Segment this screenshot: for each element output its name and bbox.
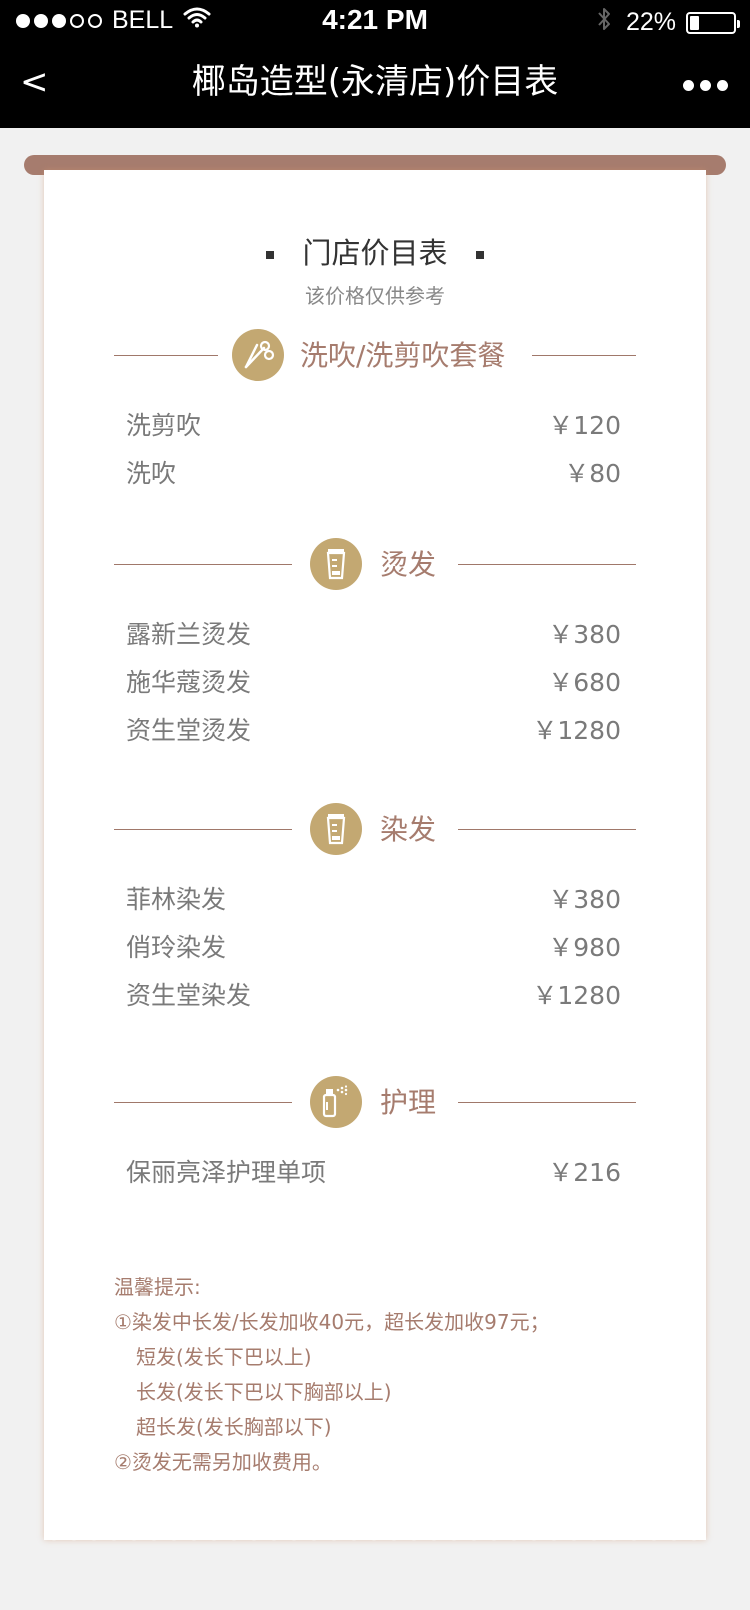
divider-line (114, 829, 292, 830)
service-name: 洗吹 (126, 459, 177, 488)
price-list: 菲林染发 ￥380 俏玲染发 ￥980 资生堂染发 ￥1280 (114, 876, 636, 1020)
battery-percent: 22% (625, 8, 676, 36)
section-label: 染发 (380, 813, 437, 846)
price-row: 露新兰烫发 ￥380 (114, 611, 636, 659)
service-name: 施华蔻烫发 (126, 668, 252, 697)
service-name: 资生堂染发 (126, 981, 252, 1010)
section-header: 洗吹/洗剪吹套餐 (114, 328, 636, 384)
price-row: 俏玲染发 ￥980 (114, 924, 636, 972)
hair-product-tube-icon (310, 538, 362, 590)
notice-line: ②烫发无需另加收费用。 (114, 1450, 332, 1474)
divider-line (114, 564, 292, 565)
battery-icon (686, 11, 740, 34)
service-price: ￥120 (548, 411, 621, 440)
price-list: 洗剪吹 ￥120 洗吹 ￥80 (114, 402, 636, 498)
section-label: 洗吹/洗剪吹套餐 (300, 339, 506, 372)
divider-line (532, 355, 636, 356)
notice-line: 短发(发长下巴以上) (136, 1345, 312, 1369)
battery-cap (737, 19, 740, 28)
divider-line (458, 1102, 636, 1103)
page-title: 椰岛造型(永清店)价目表 (191, 62, 559, 102)
section-perm: 烫发 露新兰烫发 ￥380 施华蔻烫发 ￥680 资生堂烫发 ￥1280 (114, 537, 636, 755)
price-row: 菲林染发 ￥380 (114, 876, 636, 924)
price-list: 露新兰烫发 ￥380 施华蔻烫发 ￥680 资生堂烫发 ￥1280 (114, 611, 636, 755)
status-right: 22% (596, 6, 740, 39)
price-list: 保丽亮泽护理单项 ￥216 (114, 1149, 636, 1197)
divider-line (458, 829, 636, 830)
service-price: ￥1280 (532, 981, 621, 1010)
notice-heading: 温馨提示: (114, 1275, 201, 1299)
price-row: 保丽亮泽护理单项 ￥216 (114, 1149, 636, 1197)
battery-fill (690, 15, 700, 30)
service-price: ￥80 (564, 459, 621, 488)
service-name: 俏玲染发 (126, 933, 227, 962)
section-header: 染发 (114, 802, 636, 858)
section-dye: 染发 菲林染发 ￥380 俏玲染发 ￥980 资生堂染发 ￥1280 (114, 802, 636, 1020)
hair-product-tube-icon (310, 803, 362, 855)
notice-line: ①染发中长发/长发加收40元，超长发加收97元； (114, 1310, 550, 1334)
price-row: 施华蔻烫发 ￥680 (114, 659, 636, 707)
more-dot (717, 80, 728, 91)
service-name: 菲林染发 (126, 885, 227, 914)
more-dot (700, 80, 711, 91)
bullet-square-icon (475, 251, 484, 259)
divider-line (458, 564, 636, 565)
section-label: 烫发 (380, 548, 437, 581)
menu-title-text: 门店价目表 (302, 236, 448, 270)
divider-line (114, 1102, 292, 1103)
service-price: ￥380 (548, 620, 621, 649)
price-row: 资生堂染发 ￥1280 (114, 972, 636, 1020)
more-options-icon[interactable] (683, 80, 728, 91)
service-price: ￥1280 (532, 716, 621, 745)
price-row: 洗剪吹 ￥120 (114, 402, 636, 450)
bullet-square-icon (266, 251, 275, 259)
section-care: 护理 保丽亮泽护理单项 ￥216 (114, 1075, 636, 1197)
status-bar: BELL 4:21 PM 22% (0, 0, 750, 40)
service-name: 露新兰烫发 (126, 620, 252, 649)
more-dot (683, 80, 694, 91)
price-row: 资生堂烫发 ￥1280 (114, 707, 636, 755)
service-name: 洗剪吹 (126, 411, 202, 440)
section-header: 护理 (114, 1075, 636, 1131)
service-name: 资生堂烫发 (126, 716, 252, 745)
navigation-bar: < 椰岛造型(永清店)价目表 (0, 40, 750, 128)
divider-line (114, 355, 218, 356)
notice-block: 温馨提示: ①染发中长发/长发加收40元，超长发加收97元； 短发(发长下巴以上… (114, 1270, 674, 1480)
service-price: ￥216 (548, 1158, 621, 1187)
bluetooth-icon (596, 6, 612, 39)
scissors-icon (232, 329, 284, 381)
service-price: ￥380 (548, 885, 621, 914)
notice-line: 长发(发长下巴以下胸部以上) (136, 1380, 392, 1404)
section-label: 护理 (380, 1086, 437, 1119)
price-menu-card: 门店价目表 该价格仅供参考 洗吹/洗剪吹套餐 洗剪吹 ￥120 洗吹 ￥80 烫… (44, 170, 706, 1550)
service-price: ￥680 (548, 668, 621, 697)
menu-subtitle: 该价格仅供参考 (305, 284, 445, 308)
notice-line: 超长发(发长胸部以下) (136, 1415, 332, 1439)
section-header: 烫发 (114, 537, 636, 593)
service-price: ￥980 (548, 933, 621, 962)
spray-bottle-icon (310, 1076, 362, 1128)
menu-title: 门店价目表 (44, 230, 706, 272)
service-name: 保丽亮泽护理单项 (126, 1158, 327, 1187)
price-row: 洗吹 ￥80 (114, 450, 636, 498)
scalloped-edge (44, 1530, 706, 1550)
section-wash-cut: 洗吹/洗剪吹套餐 洗剪吹 ￥120 洗吹 ￥80 (114, 328, 636, 498)
